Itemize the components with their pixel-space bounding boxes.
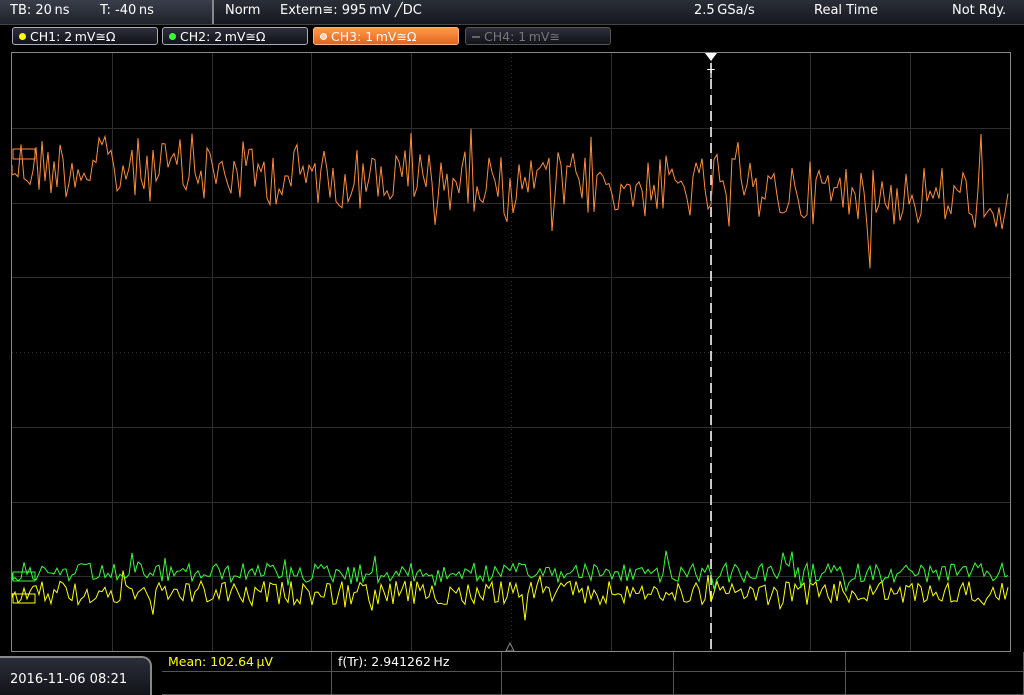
ch2-button[interactable]: CH2: 2 mV≅Ω xyxy=(162,27,308,45)
ch2-label: CH2: 2 mV≅Ω xyxy=(180,29,266,44)
channel-bar: CH1: 2 mV≅Ω CH2: 2 mV≅Ω CH3: 1 mV≅Ω CH4:… xyxy=(0,25,1024,50)
measurement-slot-10[interactable] xyxy=(846,672,1024,695)
trigger-time-label: T: -40 ns xyxy=(100,3,154,18)
ch2-dot-icon xyxy=(169,33,176,40)
sample-rate: 2.5 GSa/s xyxy=(694,3,755,18)
graticule xyxy=(12,53,1010,651)
ch4-label: CH4: 1 mV≅ xyxy=(484,29,560,44)
acquisition-status: Not Rdy. xyxy=(952,3,1007,18)
ch3-ground-marker[interactable] xyxy=(12,148,36,160)
ch1-label: CH1: 2 mV≅Ω xyxy=(30,29,116,44)
status-bar: TB: 20 ns T: -40 ns Norm Extern≅: 995 mV… xyxy=(0,0,1024,25)
timebase-box[interactable]: TB: 20 ns T: -40 ns xyxy=(0,0,214,24)
measurement-slot-5[interactable] xyxy=(846,652,1024,672)
ch4-off-icon xyxy=(472,36,480,38)
bottom-bar: 2016-11-06 08:21 Mean: 102.64 µV f(Tr): … xyxy=(0,652,1024,695)
trigger-arrow-icon xyxy=(705,53,717,61)
ch3-waveform xyxy=(12,128,1009,269)
ch3-marker-icon xyxy=(12,148,36,160)
ch2-waveform xyxy=(12,550,1009,593)
timebase-label: TB: 20 ns xyxy=(10,3,70,18)
waveform-display[interactable]: T xyxy=(11,52,1011,652)
ch3-label: CH3: 1 mV≅Ω xyxy=(331,29,417,44)
ch1-button[interactable]: CH1: 2 mV≅Ω xyxy=(12,27,158,45)
trigger-letter: T xyxy=(706,67,715,81)
ch3-button[interactable]: CH3: 1 mV≅Ω xyxy=(313,27,459,45)
datetime-box: 2016-11-06 08:21 xyxy=(0,656,152,695)
frequency-measurement[interactable]: f(Tr): 2.941262 Hz xyxy=(332,652,502,672)
datetime-label: 2016-11-06 08:21 xyxy=(10,672,128,687)
measurement-slot-7[interactable] xyxy=(332,672,502,695)
acquisition-mode[interactable]: Norm xyxy=(225,3,260,18)
center-marker-icon xyxy=(505,641,515,651)
measurement-slot-8[interactable] xyxy=(502,672,674,695)
measurement-slot-3[interactable] xyxy=(502,652,674,672)
ch3-dot-icon xyxy=(320,33,327,40)
measurement-slot-4[interactable] xyxy=(674,652,846,672)
trigger-source[interactable]: Extern≅: 995 mV ╱DC xyxy=(280,3,422,18)
realtime-mode: Real Time xyxy=(814,3,878,18)
measurement-slot-9[interactable] xyxy=(674,672,846,695)
measurement-table: Mean: 102.64 µV f(Tr): 2.941262 Hz xyxy=(162,652,1024,695)
mean-measurement[interactable]: Mean: 102.64 µV xyxy=(162,652,332,672)
ch1-dot-icon xyxy=(19,33,26,40)
ch4-button[interactable]: CH4: 1 mV≅ xyxy=(465,27,611,45)
waveform-canvas: T xyxy=(12,53,1010,651)
measurement-slot-6[interactable] xyxy=(162,672,332,695)
